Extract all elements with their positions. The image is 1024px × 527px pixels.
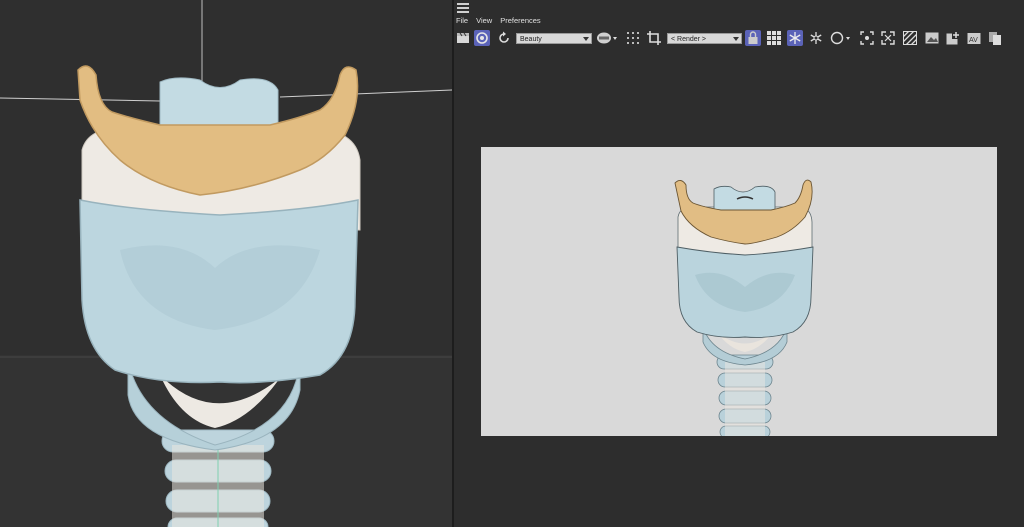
render-canvas[interactable] — [481, 147, 997, 436]
image-icon[interactable] — [924, 30, 940, 46]
circle-icon[interactable] — [830, 30, 852, 46]
add-image-icon[interactable] — [945, 30, 961, 46]
render-pass-value: Beauty — [520, 36, 542, 43]
clapperboard-icon[interactable] — [455, 30, 471, 46]
chevron-down-icon — [733, 37, 739, 41]
focus-region-icon[interactable] — [859, 30, 875, 46]
stripes-icon[interactable] — [902, 30, 918, 46]
larynx-model-viewport — [0, 0, 452, 527]
copy-icon[interactable] — [987, 30, 1003, 46]
render-pass-dropdown[interactable]: Beauty — [516, 33, 592, 44]
expand-icon[interactable] — [880, 30, 896, 46]
rendered-larynx-image — [674, 179, 814, 436]
lock-icon[interactable] — [745, 30, 761, 46]
interactive-render-icon[interactable] — [474, 30, 490, 46]
render-view-panel: File View Preferences Beauty < Render > — [454, 0, 1024, 527]
svg-text:AV: AV — [969, 37, 978, 44]
pixel-grid-icon[interactable] — [625, 30, 641, 46]
snowflake-icon[interactable] — [787, 30, 803, 46]
refresh-icon[interactable] — [496, 30, 512, 46]
render-settings-value: < Render > — [671, 36, 707, 43]
rgb-channel-icon[interactable] — [596, 30, 618, 46]
ab-compare-icon[interactable]: AV — [966, 30, 982, 46]
render-settings-dropdown[interactable]: < Render > — [667, 33, 742, 44]
chevron-down-icon — [583, 37, 589, 41]
render-toolbar: Beauty < Render > AV — [454, 26, 1024, 50]
menu-icon[interactable] — [457, 3, 469, 13]
grid-icon[interactable] — [766, 30, 782, 46]
crop-icon[interactable] — [646, 30, 662, 46]
snowflake-outline-icon[interactable] — [808, 30, 824, 46]
3d-viewport[interactable] — [0, 0, 452, 527]
